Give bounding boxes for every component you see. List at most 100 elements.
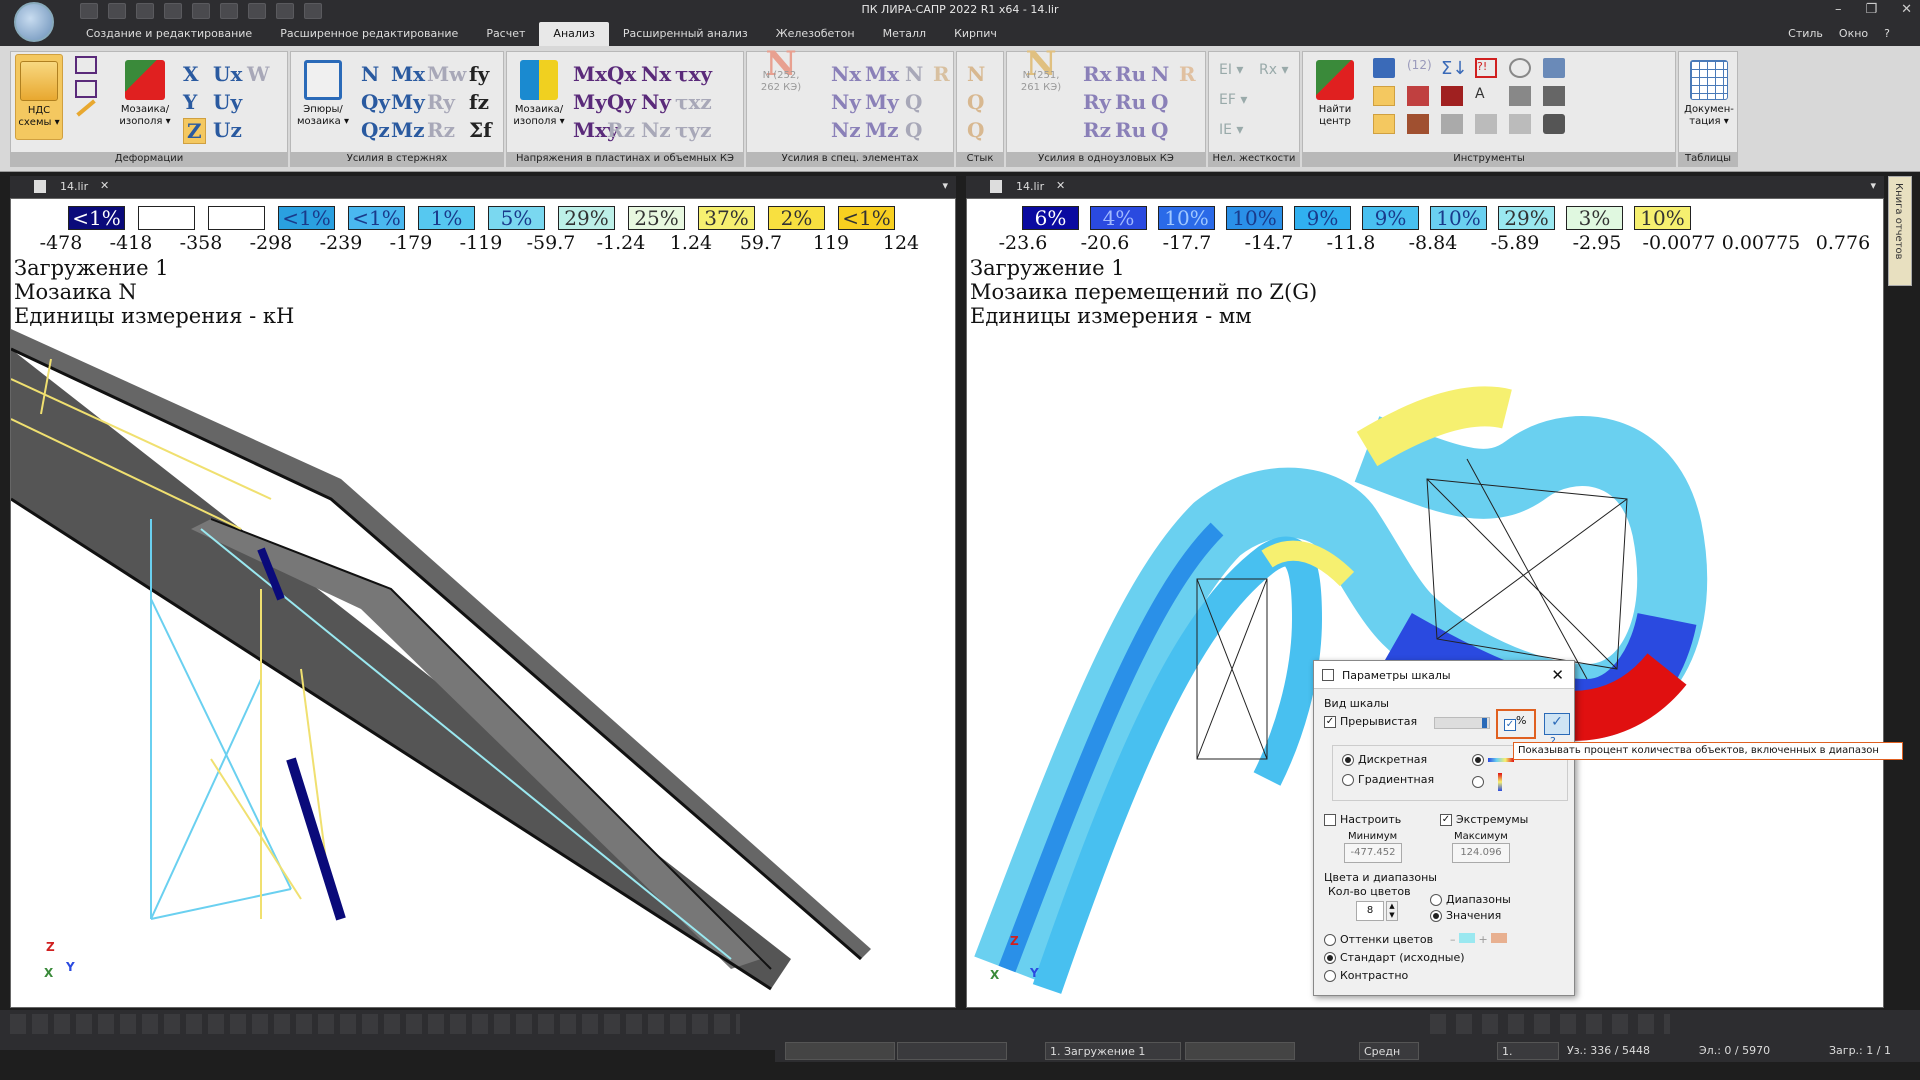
w-icon[interactable]: W (247, 62, 269, 86)
tab-brick[interactable]: Кирпич (940, 22, 1011, 46)
slider-thumb[interactable] (1482, 718, 1487, 728)
node-rx-icon[interactable]: Rx (1083, 62, 1112, 86)
ux-icon[interactable]: Ux (213, 62, 242, 86)
step-select[interactable]: 1. (1497, 1042, 1559, 1060)
load-select[interactable]: 1. Загружение 1 (1045, 1042, 1181, 1060)
contrast-radio[interactable]: Контрастно (1324, 969, 1408, 982)
pencil-icon[interactable] (76, 99, 96, 117)
joint-qz-icon[interactable]: Q (967, 118, 984, 142)
help-menu[interactable]: ? (1884, 27, 1890, 40)
node-rz2-icon[interactable]: Rz (1083, 118, 1111, 142)
uy-icon[interactable]: Uy (213, 90, 242, 114)
customize-checkbox[interactable]: Настроить (1324, 813, 1401, 826)
tab-metal[interactable]: Металл (869, 22, 940, 46)
max-input[interactable]: 124.096 (1452, 843, 1510, 863)
maximize-button[interactable]: ❐ (1865, 2, 1877, 17)
discontinuous-checkbox[interactable]: ✓ Прерывистая (1324, 715, 1417, 728)
node-ruy-icon[interactable]: Ru (1115, 90, 1146, 114)
bars-icon[interactable] (1441, 86, 1463, 106)
color-count-input[interactable]: 8 (1356, 901, 1384, 921)
color-count-stepper[interactable]: ▲ ▼ (1386, 901, 1398, 921)
special-rz-icon[interactable]: R (933, 62, 950, 86)
node-qz-icon[interactable]: Q (1151, 118, 1168, 142)
my-icon[interactable]: My (391, 90, 425, 114)
z-displacement-icon[interactable]: Z (183, 118, 206, 144)
node-ry-icon[interactable]: Ry (1083, 90, 1111, 114)
standard-radio[interactable]: Стандарт (исходные) (1324, 951, 1465, 964)
plate-txy-icon[interactable]: τxy (675, 62, 712, 86)
epures-mosaic-button[interactable]: Эпюры/ мозаика ▾ (295, 54, 351, 140)
fz-icon[interactable]: fz (469, 90, 489, 114)
curve-icon[interactable] (1509, 114, 1531, 134)
right-doc-tab[interactable]: 14.lir (1016, 180, 1044, 193)
tab-advanced-edit[interactable]: Расширенное редактирование (266, 22, 472, 46)
special-nx-icon[interactable]: Nx (831, 62, 861, 86)
status-tools-mid[interactable] (1185, 1042, 1295, 1060)
dialog-close-icon[interactable]: ✕ (1551, 666, 1564, 684)
tab-calculation[interactable]: Расчет (472, 22, 539, 46)
plate-rz-icon[interactable]: Rz (607, 118, 635, 142)
ef-icon[interactable]: EF ▾ (1219, 92, 1247, 108)
view-tools-strip[interactable] (10, 1014, 740, 1034)
cursor-icon[interactable] (1373, 58, 1395, 78)
plate-nz-icon[interactable]: Nz (641, 118, 671, 142)
plate-ny-icon[interactable]: Ny (641, 90, 671, 114)
plate-qx-icon[interactable]: Qx (607, 62, 636, 86)
x-displacement-icon[interactable]: X (183, 62, 199, 86)
n251-button[interactable]: N N (251, 261 КЭ) (1011, 47, 1071, 140)
y-displacement-icon[interactable]: Y (183, 90, 197, 114)
style-menu[interactable]: Стиль (1788, 27, 1823, 40)
nds-scheme-button[interactable]: НДС схемы ▾ (15, 54, 63, 140)
ie-icon[interactable]: IE ▾ (1219, 122, 1243, 138)
tool-highlight-icon[interactable] (1373, 86, 1395, 106)
special-nz-icon[interactable]: Nz (831, 118, 861, 142)
status-blank-select[interactable] (897, 1042, 1007, 1060)
special-qy-icon[interactable]: Q (905, 90, 922, 114)
link-icon[interactable] (1543, 58, 1565, 78)
ranges-radio[interactable]: Диапазоны (1430, 893, 1511, 906)
values-radio[interactable]: Значения (1430, 909, 1501, 922)
window-menu[interactable]: Окно (1839, 27, 1868, 40)
shades-radio[interactable]: Оттенки цветов (1324, 933, 1433, 946)
frame2-icon[interactable] (75, 80, 97, 98)
status-icons-left[interactable] (785, 1042, 895, 1060)
joint-ny-icon[interactable]: N (967, 62, 985, 86)
mode-select[interactable]: Средн (1359, 1042, 1419, 1060)
special-my-icon[interactable]: My (865, 90, 899, 114)
spring-icon[interactable] (1407, 114, 1429, 134)
ahs-icon[interactable]: A (1475, 86, 1497, 106)
right-doc-menu-icon[interactable]: ▾ (1870, 179, 1876, 192)
beam-icon[interactable] (1407, 86, 1429, 106)
app-logo[interactable] (14, 2, 54, 42)
special-mz-icon[interactable]: Mz (865, 118, 899, 142)
check-icon[interactable]: ?! (1475, 58, 1497, 78)
n252-button[interactable]: N N (252, 262 КЭ) (751, 47, 811, 140)
discrete-radio[interactable]: Дискретная (1342, 753, 1427, 766)
percent-checkbox[interactable]: ✓% (1496, 709, 1536, 739)
tab-reinforced-concrete[interactable]: Железобетон (762, 22, 869, 46)
rz-icon[interactable]: Rz (427, 118, 455, 142)
lock-icon[interactable] (1543, 114, 1565, 134)
mw-icon[interactable]: Mw (427, 62, 466, 86)
qz-icon[interactable]: Qz (361, 118, 390, 142)
gradient-radio[interactable]: Градиентная (1342, 773, 1434, 786)
documentation-button[interactable]: Докумен- тация ▾ (1683, 54, 1735, 140)
vertical-scale-radio[interactable] (1472, 773, 1502, 791)
sum-f-icon[interactable]: Σf (469, 118, 492, 142)
node-qy-icon[interactable]: Q (1151, 90, 1168, 114)
scale-12-icon[interactable]: (12) (1407, 58, 1432, 78)
chart-icon[interactable] (1475, 114, 1497, 134)
plate-mosaic-button[interactable]: Мозаика/ изополя ▾ (511, 54, 567, 140)
mx-icon[interactable]: Mx (391, 62, 425, 86)
timer-icon[interactable] (1509, 58, 1531, 78)
plate-txz-icon[interactable]: τxz (675, 90, 712, 114)
node-ruz-icon[interactable]: Ru (1115, 118, 1146, 142)
shades-swatches[interactable]: – + (1450, 933, 1508, 946)
joint-qy-icon[interactable]: Q (967, 90, 984, 114)
node-rux-icon[interactable]: Ru (1115, 62, 1146, 86)
tab-advanced-analysis[interactable]: Расширенный анализ (609, 22, 762, 46)
mosaic-isofield-button[interactable]: Мозаика/ изополя ▾ (115, 54, 175, 140)
mz-icon[interactable]: Mz (391, 118, 425, 142)
node-rz-icon[interactable]: R (1179, 62, 1196, 86)
node-n-icon[interactable]: N (1151, 62, 1169, 86)
